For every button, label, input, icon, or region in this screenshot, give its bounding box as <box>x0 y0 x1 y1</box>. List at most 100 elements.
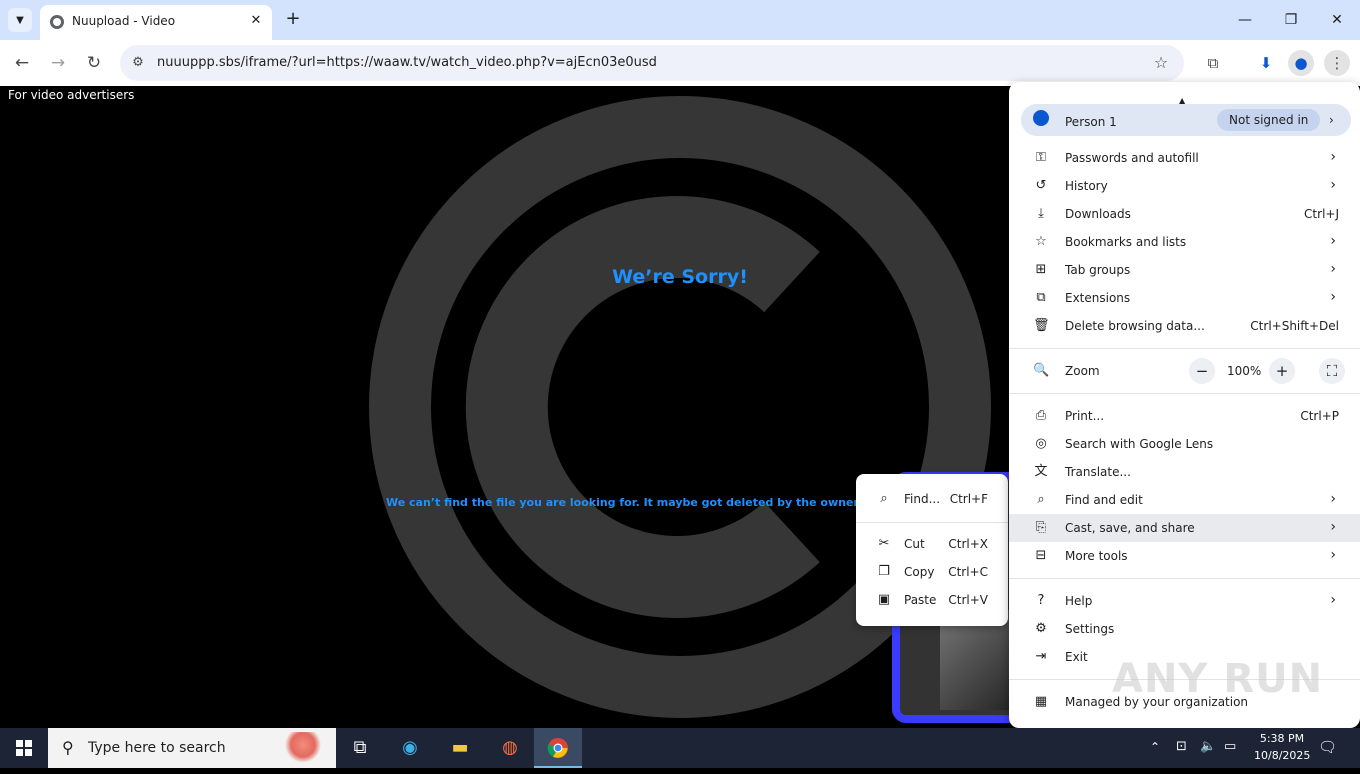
trash-icon: 🗑 <box>1033 318 1050 333</box>
star-icon: ☆ <box>1035 234 1047 249</box>
clock-time[interactable]: 5:38 PM <box>1254 732 1310 745</box>
menu-item-extensions[interactable]: ⧉ Extensions › <box>1009 284 1360 312</box>
profile-row[interactable]: Person 1 Not signed in › <box>1021 104 1351 136</box>
file-explorer-icon[interactable]: ▬ <box>436 728 484 768</box>
zoom-out-button[interactable]: − <box>1189 358 1215 384</box>
building-icon: ▦ <box>1034 694 1048 709</box>
cast-icon: ⎘ <box>1035 520 1047 535</box>
menu-item-history[interactable]: ↺ History › <box>1009 172 1360 200</box>
taskbar: ⚲ Type here to search ⧉ ◉ ▬ ◍ ⌃ ⊡ 🔈 ▭ 5:… <box>0 728 1360 768</box>
tab-active[interactable]: Nuupload - Video ✕ <box>40 5 272 40</box>
context-find[interactable]: ⌕ Find... Ctrl+F <box>856 486 1008 514</box>
close-window-button[interactable]: ✕ <box>1314 6 1360 34</box>
key-icon: ⚿ <box>1036 150 1046 165</box>
menu-item-find-and-edit[interactable]: ⌕ Find and edit › <box>1009 486 1360 514</box>
new-tab-button[interactable]: + <box>282 8 304 30</box>
edge-icon[interactable]: ◉ <box>386 728 434 768</box>
menu-item-more-tools[interactable]: ⊟ More tools › <box>1009 542 1360 570</box>
chevron-up-icon[interactable]: ⌃ <box>1150 740 1160 754</box>
menu-item-label: Translate... <box>1065 465 1131 479</box>
tab-search-button[interactable]: ▼ <box>8 8 32 32</box>
context-item-shortcut: Ctrl+C <box>948 565 988 579</box>
chevron-right-icon: › <box>1330 592 1336 608</box>
divider <box>1009 578 1360 579</box>
taskbar-search[interactable]: ⚲ Type here to search <box>48 728 336 768</box>
menu-item-label: Tab groups <box>1065 263 1131 277</box>
network-icon[interactable]: ▭ <box>1224 739 1236 754</box>
profile-status-badge: Not signed in <box>1217 109 1321 131</box>
chevron-right-icon: › <box>1329 113 1334 127</box>
menu-item-label: Downloads <box>1065 207 1131 221</box>
fullscreen-icon[interactable]: ⛶ <box>1319 358 1345 384</box>
download-icon: ⤓ <box>1038 206 1044 221</box>
find-in-page-icon: ⌕ <box>880 491 888 506</box>
toolbox-icon: ⊟ <box>1035 548 1047 563</box>
bookmark-star-icon[interactable]: ☆ <box>1150 52 1172 74</box>
chevron-right-icon: › <box>1330 177 1336 193</box>
divider <box>1009 393 1360 394</box>
divider <box>1009 348 1360 349</box>
menu-item-shortcut: Ctrl+Shift+Del <box>1250 319 1339 333</box>
minimize-button[interactable]: — <box>1222 6 1268 34</box>
avatar <box>1033 110 1049 126</box>
menu-item-google-lens[interactable]: ◎ Search with Google Lens <box>1009 430 1360 458</box>
firefox-icon[interactable]: ◍ <box>486 728 534 768</box>
history-icon: ↺ <box>1035 178 1047 193</box>
menu-item-delete-browsing-data[interactable]: 🗑 Delete browsing data... Ctrl+Shift+Del <box>1009 312 1360 340</box>
clipboard-icon: ▣ <box>877 592 891 607</box>
kebab-menu-icon[interactable]: ⋮ <box>1324 50 1350 76</box>
profile-icon[interactable]: ● <box>1288 50 1314 76</box>
find-in-page-icon: ⌕ <box>1037 492 1045 507</box>
menu-item-label: History <box>1065 179 1108 193</box>
windows-logo-icon <box>16 740 32 756</box>
context-item-label: Find... <box>904 492 941 506</box>
context-item-label: Copy <box>904 565 935 579</box>
menu-item-label: Delete browsing data... <box>1065 319 1205 333</box>
printer-icon: ⎙ <box>1035 408 1047 423</box>
url-text[interactable]: nuuuppp.sbs/iframe/?url=https://waaw.tv/… <box>157 55 657 70</box>
chevron-right-icon: › <box>1330 289 1336 305</box>
zoom-in-button[interactable]: + <box>1269 358 1295 384</box>
menu-item-downloads[interactable]: ⤓ Downloads Ctrl+J <box>1009 200 1360 228</box>
reload-button[interactable]: ↻ <box>80 49 108 77</box>
menu-item-print[interactable]: ⎙ Print... Ctrl+P <box>1009 402 1360 430</box>
notification-icon[interactable]: 🗨 <box>1318 738 1337 756</box>
menu-item-tab-groups[interactable]: ⊞ Tab groups › <box>1009 256 1360 284</box>
menu-item-translate[interactable]: 文 Translate... <box>1009 458 1360 486</box>
site-info-icon[interactable]: ⚙ <box>128 53 148 73</box>
menu-item-label: Bookmarks and lists <box>1065 235 1187 249</box>
menu-item-help[interactable]: ? Help › <box>1009 587 1360 615</box>
clock-date[interactable]: 10/8/2025 <box>1254 749 1310 762</box>
context-paste[interactable]: ▣ Paste Ctrl+V <box>856 587 1008 615</box>
menu-item-passwords[interactable]: ⚿ Passwords and autofill › <box>1009 144 1360 172</box>
restore-button[interactable]: ❐ <box>1268 6 1314 34</box>
chevron-right-icon: › <box>1330 149 1336 165</box>
context-item-label: Paste <box>904 593 937 607</box>
context-cut[interactable]: ✂ Cut Ctrl+X <box>856 531 1008 559</box>
menu-item-cast-save-share[interactable]: ⎘ Cast, save, and share › <box>1009 514 1360 542</box>
chrome-icon[interactable] <box>534 728 582 768</box>
menu-item-settings[interactable]: ⚙ Settings <box>1009 615 1360 643</box>
meet-now-icon[interactable]: ⊡ <box>1176 739 1187 754</box>
globe-icon <box>50 15 64 29</box>
chevron-right-icon: › <box>1330 233 1336 249</box>
zoom-level: 100% <box>1227 364 1262 378</box>
close-tab-icon[interactable]: ✕ <box>246 11 266 31</box>
puzzle-icon: ⧉ <box>1036 290 1046 305</box>
menu-item-label: Passwords and autofill <box>1065 151 1199 165</box>
forward-button[interactable]: → <box>44 49 72 77</box>
menu-item-label: Search with Google Lens <box>1065 437 1214 451</box>
gear-icon: ⚙ <box>1035 621 1047 636</box>
context-item-shortcut: Ctrl+F <box>949 492 988 506</box>
volume-icon[interactable]: 🔈 <box>1200 739 1216 754</box>
back-button[interactable]: ← <box>8 49 36 77</box>
context-copy[interactable]: ❐ Copy Ctrl+C <box>856 559 1008 587</box>
download-icon[interactable]: ⬇ <box>1253 50 1279 76</box>
octopus-icon <box>280 732 326 764</box>
task-view-icon[interactable]: ⧉ <box>336 728 384 768</box>
extensions-icon[interactable]: ⧉ <box>1200 50 1226 76</box>
translate-icon: 文 <box>1034 464 1048 479</box>
menu-item-bookmarks[interactable]: ☆ Bookmarks and lists › <box>1009 228 1360 256</box>
start-button[interactable] <box>0 728 48 768</box>
address-bar[interactable]: ⚙ nuuuppp.sbs/iframe/?url=https://waaw.t… <box>120 45 1184 81</box>
